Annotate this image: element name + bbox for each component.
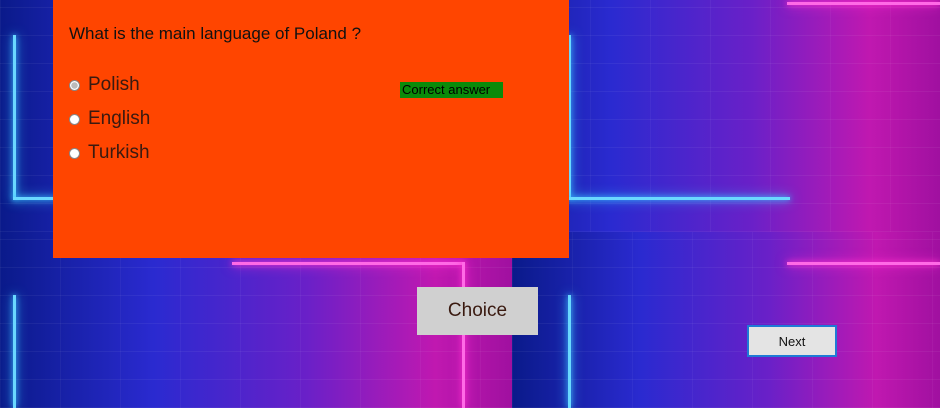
neon-line	[13, 35, 16, 200]
neon-line	[232, 262, 464, 265]
correct-answer-badge: Correct answer	[400, 82, 503, 98]
neon-line	[462, 262, 465, 408]
radio-button[interactable]	[69, 79, 80, 91]
radio-button[interactable]	[69, 113, 80, 125]
next-button[interactable]: Next	[747, 325, 837, 357]
option-turkish[interactable]: Turkish	[69, 142, 150, 164]
neon-line	[568, 197, 790, 200]
quiz-panel: What is the main language of Poland ? Po…	[53, 0, 569, 258]
neon-line	[568, 295, 571, 408]
option-polish[interactable]: Polish	[69, 74, 140, 96]
option-label: Polish	[88, 74, 140, 95]
neon-line	[787, 2, 940, 5]
option-label: Turkish	[88, 142, 150, 163]
question-text: What is the main language of Poland ?	[69, 24, 362, 43]
neon-line	[787, 262, 940, 265]
choice-button[interactable]: Choice	[417, 287, 538, 335]
radio-button[interactable]	[69, 147, 80, 159]
neon-line	[13, 197, 58, 200]
background-tile-bottom-right	[512, 232, 940, 408]
neon-line	[13, 295, 16, 408]
option-label: English	[88, 108, 151, 129]
option-english[interactable]: English	[69, 108, 150, 130]
